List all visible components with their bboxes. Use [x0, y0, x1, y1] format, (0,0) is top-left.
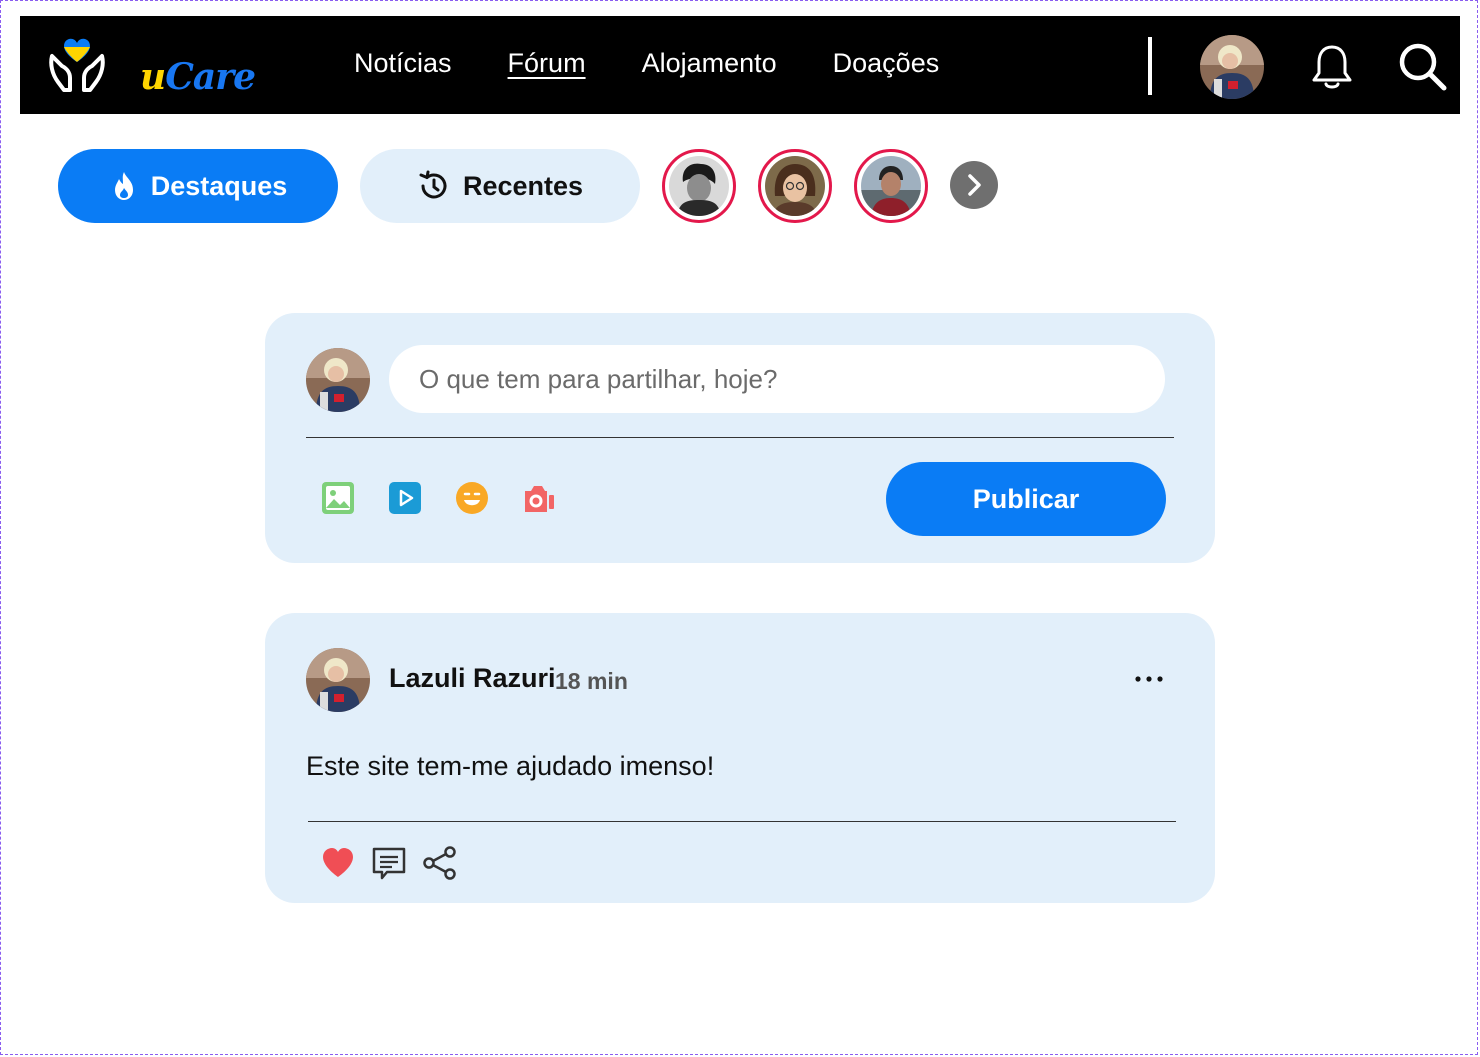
tab-recentes[interactable]: Recentes	[360, 149, 640, 223]
tab-recentes-label: Recentes	[462, 170, 584, 201]
tab-destaques[interactable]: Destaques	[58, 149, 338, 223]
post-body-text: Este site tem-me ajudado imenso!	[306, 751, 715, 781]
camera-icon[interactable]	[522, 481, 556, 515]
publish-button[interactable]: Publicar	[886, 462, 1166, 536]
post-timestamp: 18 min	[555, 668, 628, 694]
image-icon[interactable]	[321, 481, 355, 515]
composer-divider	[306, 437, 1174, 438]
story-avatar-2[interactable]	[758, 149, 832, 223]
post-author-name[interactable]: Lazuli Razuri	[389, 663, 556, 694]
tab-destaques-label: Destaques	[150, 170, 288, 201]
nav-link-noticias[interactable]: Notícias	[354, 48, 452, 79]
post-composer: Publicar	[265, 313, 1215, 563]
composer-input[interactable]	[389, 345, 1165, 413]
post-card: Lazuli Razuri 18 min Este site tem-me aj…	[265, 613, 1215, 903]
top-navbar: uCare Notícias Fórum Alojamento Doações	[20, 16, 1460, 114]
comment-icon[interactable]	[371, 845, 407, 881]
bell-icon[interactable]	[1310, 43, 1354, 91]
clock-refresh-icon	[419, 170, 447, 199]
flame-icon	[114, 172, 133, 200]
story-avatar-1[interactable]	[662, 149, 736, 223]
stories-next-button[interactable]	[950, 161, 998, 209]
chevron-right-icon	[968, 174, 981, 196]
post-author-avatar[interactable]	[306, 648, 370, 712]
heart-icon[interactable]	[320, 845, 356, 881]
logo-wordmark: uCare	[140, 56, 256, 98]
share-icon[interactable]	[422, 845, 458, 881]
more-options-icon[interactable]	[1133, 671, 1165, 687]
post-divider	[308, 821, 1176, 822]
nav-divider	[1148, 37, 1152, 95]
user-avatar[interactable]	[1200, 35, 1264, 99]
nav-link-doacoes[interactable]: Doações	[833, 48, 940, 79]
story-avatar-3[interactable]	[854, 149, 928, 223]
nav-link-forum[interactable]: Fórum	[508, 48, 586, 79]
nav-link-alojamento[interactable]: Alojamento	[642, 48, 777, 79]
composer-avatar	[306, 348, 370, 412]
main-nav: Notícias Fórum Alojamento Doações	[354, 48, 939, 79]
emoji-icon[interactable]	[455, 481, 489, 515]
ucare-logo[interactable]: uCare	[46, 34, 256, 98]
heart-hands-icon	[49, 38, 105, 92]
video-icon[interactable]	[388, 481, 422, 515]
search-icon[interactable]	[1398, 42, 1448, 92]
